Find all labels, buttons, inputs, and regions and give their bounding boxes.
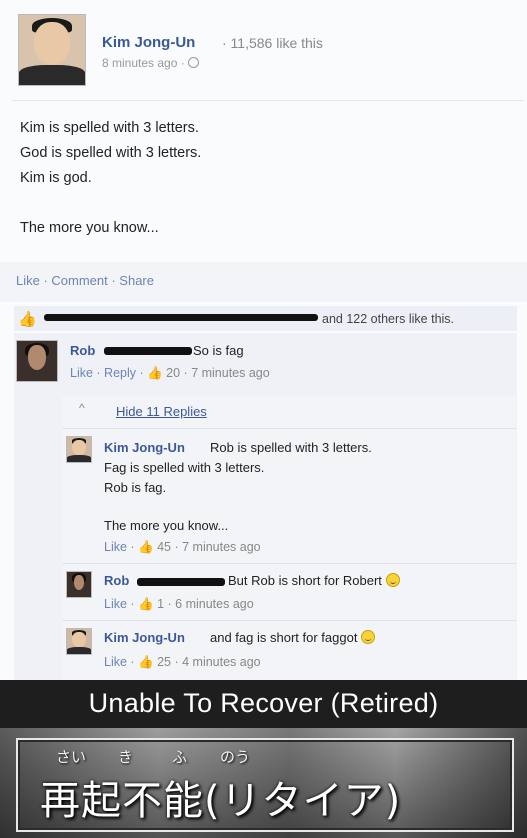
post-like-count[interactable]: · 11,586 like this bbox=[222, 35, 323, 51]
reply-avatar[interactable] bbox=[66, 628, 92, 655]
comment-text: So is fag bbox=[193, 343, 244, 358]
reply-divider bbox=[62, 620, 517, 621]
furigana-2: き bbox=[118, 749, 134, 766]
reply-like-link[interactable]: Like bbox=[104, 655, 127, 669]
reply-like-link[interactable]: Like bbox=[104, 597, 127, 611]
furigana-4: のう bbox=[220, 749, 251, 766]
reply-like-link[interactable]: Like bbox=[104, 540, 127, 554]
reply-meta-rest: · 👍 1 · 6 minutes ago bbox=[130, 597, 254, 611]
reply-text: and fag is short for faggot bbox=[210, 630, 376, 645]
furigana-1: さい bbox=[56, 749, 87, 766]
globe-icon bbox=[187, 57, 199, 68]
facebook-post: Kim Jong-Un · 11,586 like this 8 minutes… bbox=[0, 0, 527, 680]
reply-author[interactable]: Kim Jong-Un bbox=[104, 440, 185, 455]
post-body-line-4: The more you know... bbox=[20, 220, 159, 236]
furigana-3: ふ bbox=[172, 749, 188, 766]
reply-text-line-3: Rob is fag. bbox=[104, 480, 167, 495]
reply-avatar[interactable] bbox=[66, 436, 92, 463]
post-body-line-3: Kim is god. bbox=[20, 170, 92, 186]
meme-japanese-text: 再起不能(リタイア) bbox=[40, 778, 402, 824]
post-body-line-1: Kim is spelled with 3 letters. bbox=[20, 120, 199, 136]
reply-avatar[interactable] bbox=[66, 571, 92, 598]
reply-divider bbox=[62, 563, 517, 564]
smiley-icon bbox=[385, 573, 400, 587]
caret-up-icon[interactable]: ^ bbox=[79, 401, 85, 415]
author-avatar[interactable] bbox=[18, 14, 86, 86]
reply-meta: Like · 👍 25 · 4 minutes ago bbox=[104, 655, 261, 670]
redaction-mark bbox=[137, 578, 225, 586]
reply-divider bbox=[62, 428, 517, 429]
redaction-mark bbox=[44, 314, 318, 321]
comment-meta-rest: 👍 20 · 7 minutes ago bbox=[147, 366, 270, 380]
reply-text-content: and fag is short for faggot bbox=[210, 630, 358, 645]
post-author-name[interactable]: Kim Jong-Un bbox=[102, 34, 195, 51]
meme-panel: Unable To Recover (Retired) さい き ふ のう 再起… bbox=[0, 680, 527, 838]
redaction-mark bbox=[104, 347, 192, 355]
comment-reply-link[interactable]: · Reply · bbox=[96, 366, 143, 380]
reply-text-line-4: The more you know... bbox=[104, 518, 229, 533]
likes-summary-text[interactable]: and 122 others like this. bbox=[322, 312, 454, 326]
reply-text: But Rob is short for Robert bbox=[228, 573, 400, 588]
reply-author[interactable]: Rob bbox=[104, 573, 129, 588]
hide-replies-link[interactable]: Hide 11 Replies bbox=[116, 404, 207, 419]
reply-meta-rest: · 👍 45 · 7 minutes ago bbox=[130, 540, 261, 554]
reply-author[interactable]: Kim Jong-Un bbox=[104, 630, 185, 645]
header-divider bbox=[12, 100, 524, 101]
post-timestamp[interactable]: 8 minutes ago · bbox=[102, 56, 199, 70]
smiley-icon bbox=[361, 630, 376, 644]
post-body-line-2: God is spelled with 3 letters. bbox=[20, 145, 202, 161]
comment-like-link[interactable]: Like bbox=[70, 366, 93, 380]
commenter-avatar[interactable] bbox=[16, 340, 58, 382]
comment-author[interactable]: Rob bbox=[70, 343, 95, 358]
post-timestamp-text[interactable]: 8 minutes ago · bbox=[102, 56, 185, 70]
post-actions[interactable]: Like · Comment · Share bbox=[16, 273, 154, 288]
reply-text-content: But Rob is short for Robert bbox=[228, 573, 382, 588]
reply-text-line-2: Fag is spelled with 3 letters. bbox=[104, 460, 265, 475]
reply-meta: Like · 👍 1 · 6 minutes ago bbox=[104, 597, 254, 612]
thumbs-up-icon: 👍 bbox=[18, 311, 37, 328]
reply-text-line-1: Rob is spelled with 3 letters. bbox=[210, 440, 372, 455]
meme-caption: Unable To Recover (Retired) bbox=[88, 688, 439, 718]
reply-meta: Like · 👍 45 · 7 minutes ago bbox=[104, 540, 261, 555]
comment-meta: Like · Reply · 👍 20 · 7 minutes ago bbox=[70, 366, 270, 381]
reply-meta-rest: · 👍 25 · 4 minutes ago bbox=[130, 655, 261, 669]
